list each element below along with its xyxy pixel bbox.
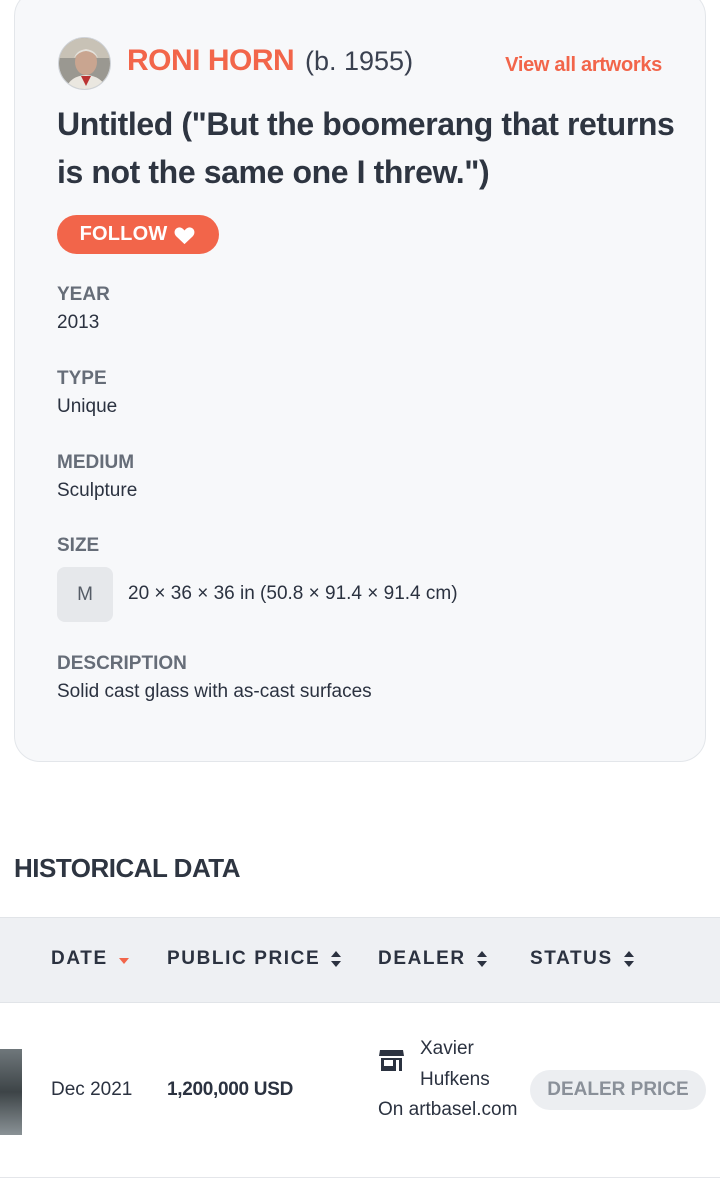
medium-value: Sculpture xyxy=(57,480,138,501)
row-price: 1,200,000 USD xyxy=(167,1079,294,1100)
type-value: Unique xyxy=(57,396,118,417)
column-label-dealer: DEALER xyxy=(378,948,466,969)
row-dealer-source: On artbasel.com xyxy=(378,1099,518,1120)
column-label-date: DATE xyxy=(51,948,108,969)
sort-both-icon xyxy=(476,951,487,967)
column-label-public-price: PUBLIC PRICE xyxy=(167,948,321,969)
column-header-status[interactable]: STATUS xyxy=(530,948,635,970)
size-value: 20 × 36 × 36 in (50.8 × 91.4 × 91.4 cm) xyxy=(128,583,458,604)
table-header: DATE PUBLIC PRICE DEALER STATUS xyxy=(0,917,720,1003)
year-label: YEAR xyxy=(57,284,110,305)
artist-birth-year: (b. 1955) xyxy=(305,46,414,76)
historical-data-title: HISTORICAL DATA xyxy=(14,853,241,883)
type-label: TYPE xyxy=(57,368,107,389)
artist-name-link[interactable]: RONI HORN xyxy=(127,44,295,78)
heart-icon xyxy=(174,226,195,244)
artwork-thumbnail[interactable] xyxy=(0,1049,22,1135)
status-badge: DEALER PRICE xyxy=(530,1070,706,1110)
medium-label: MEDIUM xyxy=(57,452,135,473)
view-all-artworks-link[interactable]: View all artworks xyxy=(505,54,662,77)
description-value: Solid cast glass with as-cast surfaces xyxy=(57,681,372,702)
store-icon xyxy=(379,1050,404,1071)
row-dealer-name[interactable]: Xavier Hufkens xyxy=(420,1033,520,1095)
follow-label: FOLLOW xyxy=(79,223,168,245)
sort-desc-icon xyxy=(118,958,129,964)
column-header-dealer[interactable]: DEALER xyxy=(378,948,488,970)
size-badge: M xyxy=(57,567,113,622)
row-date: Dec 2021 xyxy=(51,1079,133,1100)
artist-avatar[interactable] xyxy=(58,37,111,90)
size-label: SIZE xyxy=(57,535,100,556)
description-label: DESCRIPTION xyxy=(57,653,187,674)
column-header-date[interactable]: DATE xyxy=(51,948,130,970)
column-header-public-price[interactable]: PUBLIC PRICE xyxy=(167,948,342,970)
year-value: 2013 xyxy=(57,312,100,333)
sort-both-icon xyxy=(331,951,342,967)
sort-both-icon xyxy=(623,951,634,967)
follow-button[interactable]: FOLLOW xyxy=(57,215,219,254)
column-label-status: STATUS xyxy=(530,948,613,969)
artwork-title: Untitled ("But the boomerang that return… xyxy=(57,106,675,190)
table-row[interactable]: Dec 2021 1,200,000 USD Xavier Hufkens On… xyxy=(0,1003,720,1178)
